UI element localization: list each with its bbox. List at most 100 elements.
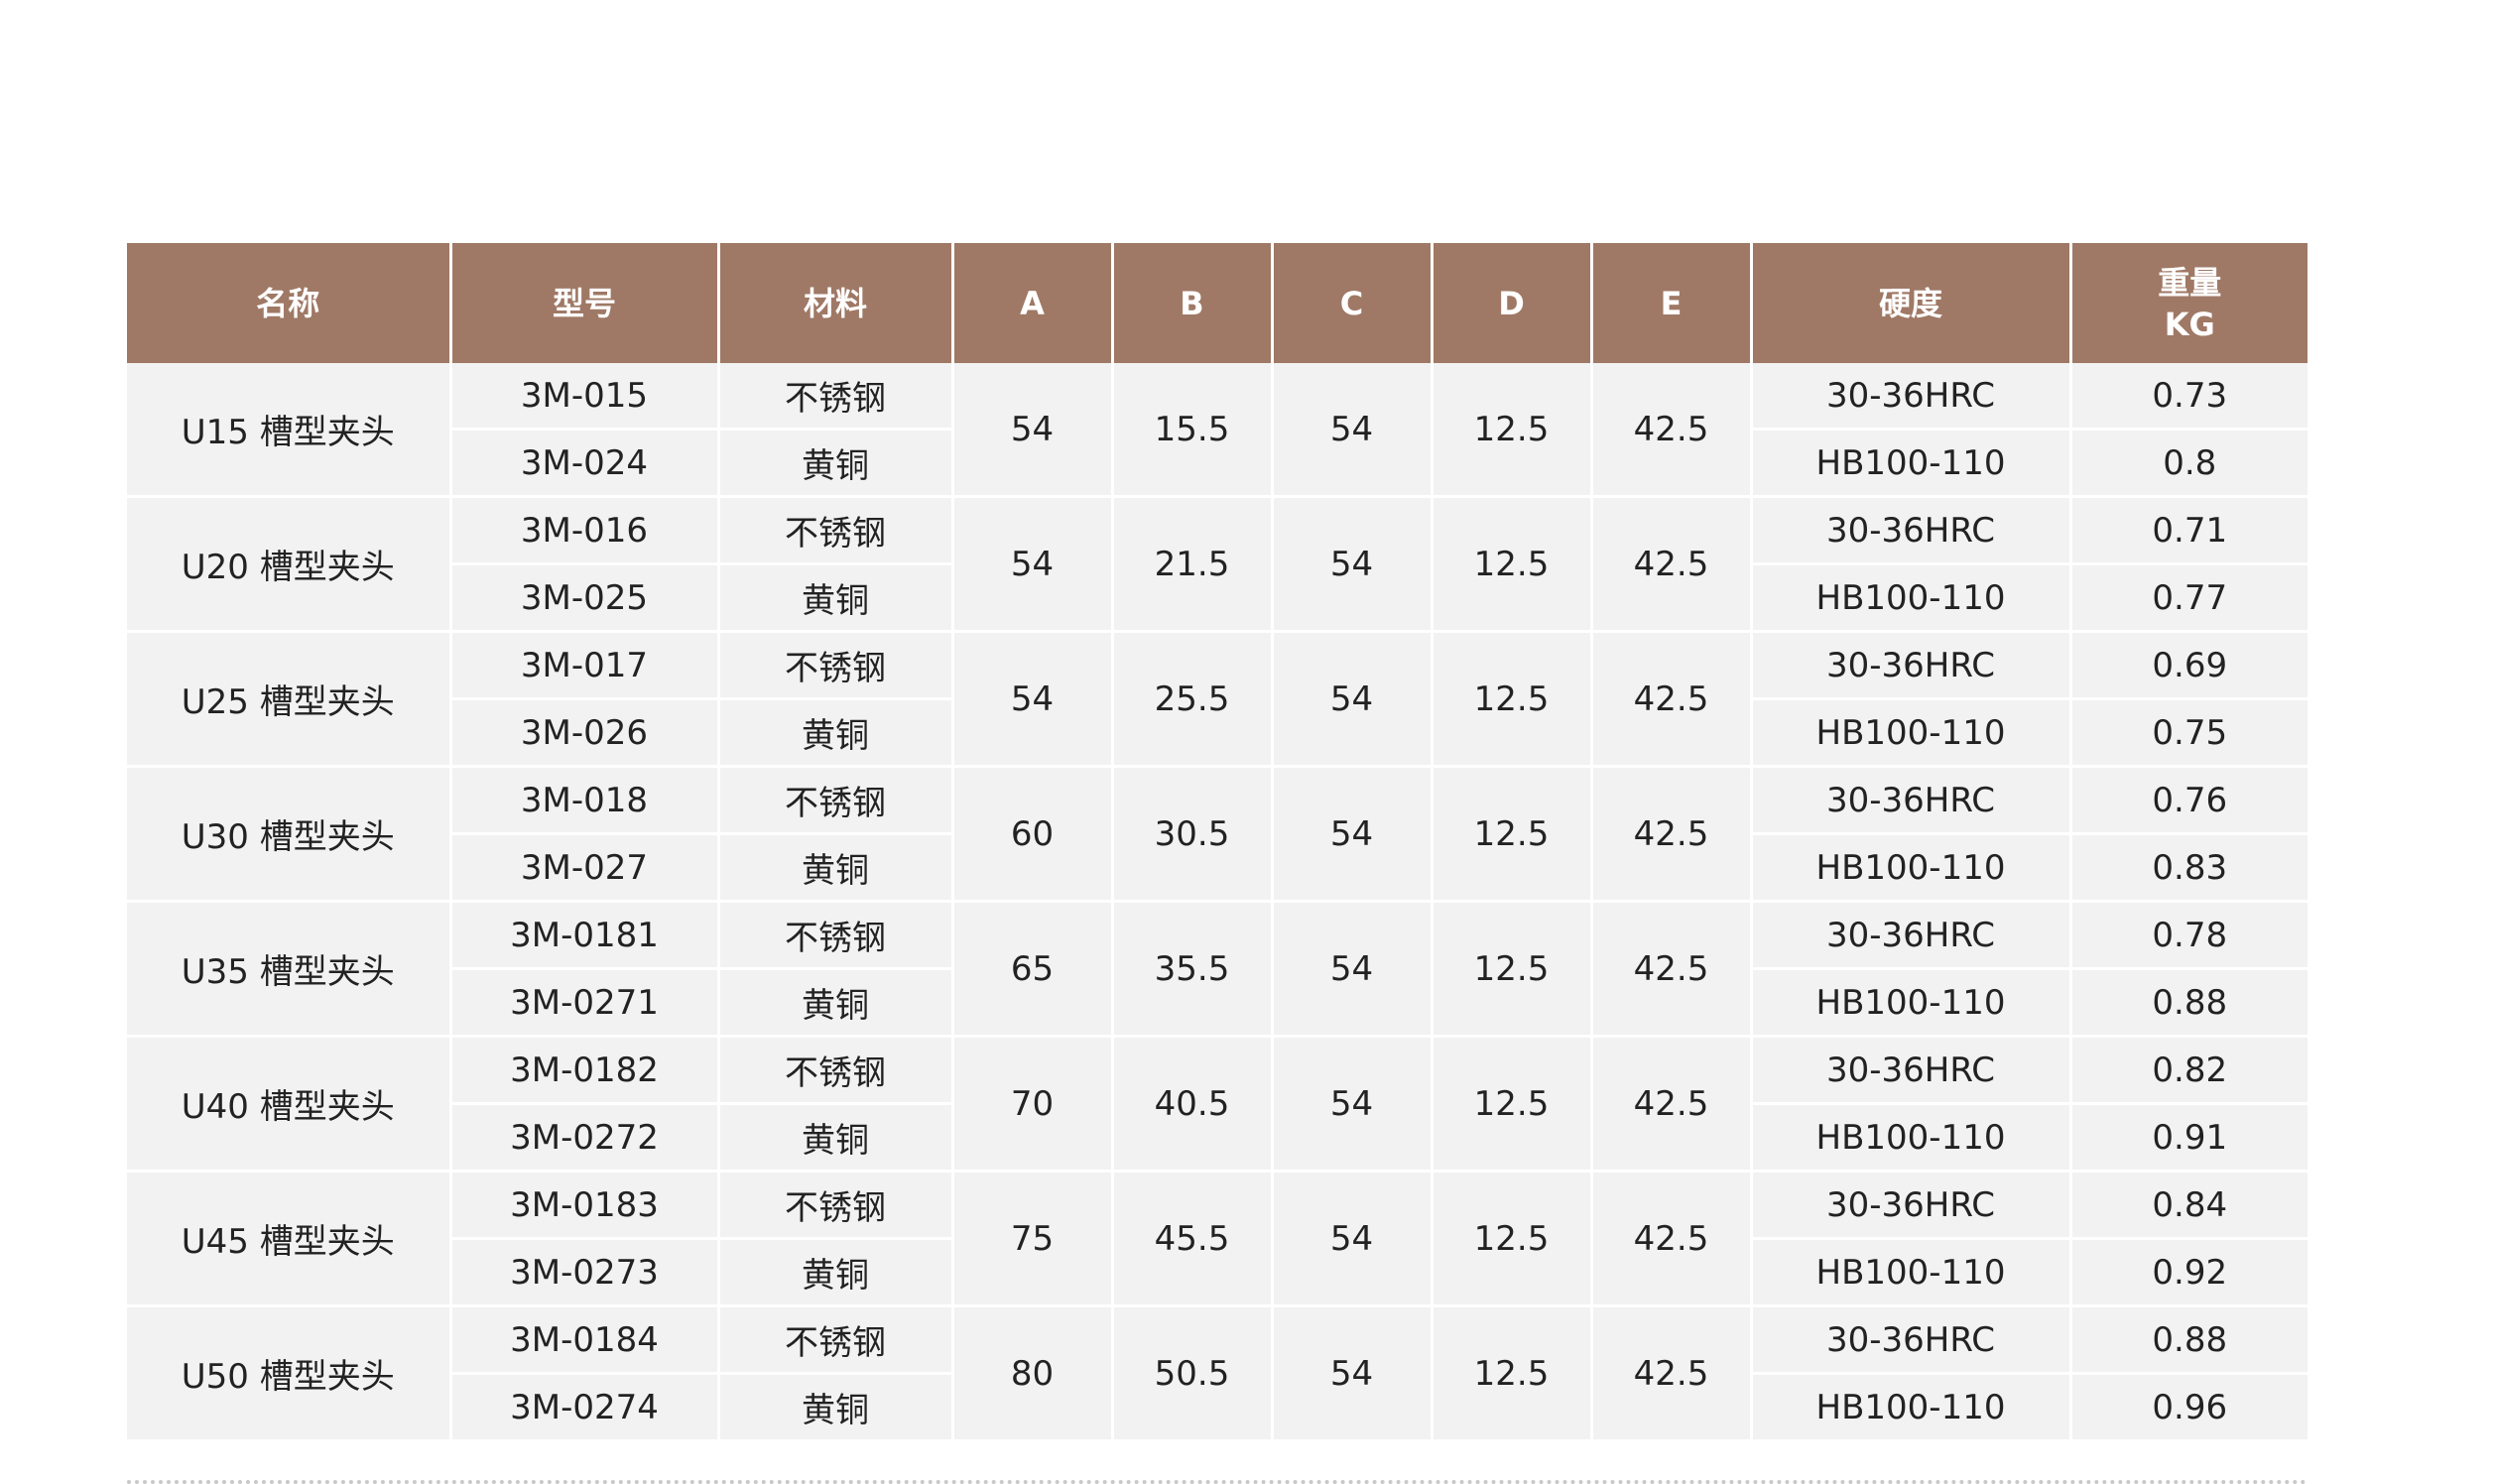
- cell-model: 3M-0271: [450, 968, 720, 1038]
- cell-a: 60: [952, 765, 1114, 903]
- cell-d: 12.5: [1432, 900, 1593, 1038]
- cell-model: 3M-0274: [450, 1373, 720, 1442]
- cell-hardness: HB100-110: [1751, 1238, 2072, 1307]
- cell-model: 3M-0273: [450, 1238, 720, 1307]
- cell-model: 3M-016: [450, 495, 720, 565]
- dotted-divider: [127, 1480, 2308, 1484]
- cell-weight: 0.75: [2070, 698, 2308, 768]
- cell-material: 黄铜: [718, 833, 954, 903]
- cell-b: 30.5: [1112, 765, 1274, 903]
- cell-material: 黄铜: [718, 698, 954, 768]
- cell-name: U25 槽型夹头: [127, 630, 452, 768]
- cell-e: 42.5: [1591, 630, 1753, 768]
- cell-b: 40.5: [1112, 1035, 1274, 1173]
- cell-hardness: 30-36HRC: [1751, 1170, 2072, 1240]
- cell-c: 54: [1272, 900, 1434, 1038]
- header-row: 名称 型号 材料 A B C D E 硬度 重量 KG: [127, 243, 2308, 363]
- cell-hardness: 30-36HRC: [1751, 363, 2072, 431]
- cell-model: 3M-024: [450, 429, 720, 498]
- cell-hardness: 30-36HRC: [1751, 1035, 2072, 1105]
- header-material: 材料: [718, 243, 954, 363]
- cell-hardness: 30-36HRC: [1751, 765, 2072, 835]
- cell-hardness: 30-36HRC: [1751, 495, 2072, 565]
- table-header: 名称 型号 材料 A B C D E 硬度 重量 KG: [127, 243, 2308, 363]
- cell-hardness: HB100-110: [1751, 1373, 2072, 1442]
- cell-a: 54: [952, 630, 1114, 768]
- cell-weight: 0.78: [2070, 900, 2308, 970]
- cell-weight: 0.92: [2070, 1238, 2308, 1307]
- cell-material: 黄铜: [718, 968, 954, 1038]
- table-row: U35 槽型夹头 3M-0181 不锈钢 65 35.5 54 12.5 42.5 30-36H…: [127, 900, 2308, 1038]
- cell-d: 12.5: [1432, 1035, 1593, 1173]
- cell-d: 12.5: [1432, 765, 1593, 903]
- cell-material: 不锈钢: [718, 1035, 954, 1105]
- cell-a: 80: [952, 1304, 1114, 1442]
- cell-name: U15 槽型夹头: [127, 363, 452, 498]
- cell-e: 42.5: [1591, 1035, 1753, 1173]
- cell-name: U35 槽型夹头: [127, 900, 452, 1038]
- cell-material: 不锈钢: [718, 765, 954, 835]
- cell-b: 45.5: [1112, 1170, 1274, 1307]
- cell-a: 54: [952, 495, 1114, 633]
- header-weight: 重量 KG: [2070, 243, 2308, 363]
- header-d: D: [1432, 243, 1593, 363]
- cell-material: 黄铜: [718, 1373, 954, 1442]
- cell-d: 12.5: [1432, 630, 1593, 768]
- cell-hardness: 30-36HRC: [1751, 900, 2072, 970]
- cell-hardness: HB100-110: [1751, 1103, 2072, 1173]
- cell-model: 3M-0184: [450, 1304, 720, 1375]
- cell-hardness: HB100-110: [1751, 833, 2072, 903]
- cell-hardness: 30-36HRC: [1751, 630, 2072, 700]
- cell-weight: 0.73: [2070, 363, 2308, 431]
- cell-e: 42.5: [1591, 1170, 1753, 1307]
- cell-material: 不锈钢: [718, 900, 954, 970]
- table-row: U15 槽型夹头 3M-015 不锈钢 54 15.5 54 12.5 42.5 30-36HR…: [127, 363, 2308, 498]
- header-e: E: [1591, 243, 1753, 363]
- table-body: U15 槽型夹头 3M-015 不锈钢 54 15.5 54 12.5 42.5 30-36HR…: [127, 363, 2308, 1442]
- cell-model: 3M-027: [450, 833, 720, 903]
- cell-c: 54: [1272, 765, 1434, 903]
- cell-c: 54: [1272, 1035, 1434, 1173]
- cell-b: 21.5: [1112, 495, 1274, 633]
- cell-material: 黄铜: [718, 429, 954, 498]
- cell-c: 54: [1272, 1304, 1434, 1442]
- cell-weight: 0.84: [2070, 1170, 2308, 1240]
- cell-hardness: HB100-110: [1751, 429, 2072, 498]
- table-row: U25 槽型夹头 3M-017 不锈钢 54 25.5 54 12.5 42.5 30-36HR…: [127, 630, 2308, 768]
- cell-model: 3M-025: [450, 563, 720, 633]
- header-name: 名称: [127, 243, 452, 363]
- cell-d: 12.5: [1432, 495, 1593, 633]
- cell-a: 70: [952, 1035, 1114, 1173]
- cell-weight: 0.8: [2070, 429, 2308, 498]
- cell-weight: 0.83: [2070, 833, 2308, 903]
- cell-weight: 0.71: [2070, 495, 2308, 565]
- table-row: U45 槽型夹头 3M-0183 不锈钢 75 45.5 54 12.5 42.5 30-36H…: [127, 1170, 2308, 1307]
- cell-e: 42.5: [1591, 900, 1753, 1038]
- cell-name: U30 槽型夹头: [127, 765, 452, 903]
- cell-e: 42.5: [1591, 1304, 1753, 1442]
- cell-material: 不锈钢: [718, 363, 954, 431]
- cell-weight: 0.77: [2070, 563, 2308, 633]
- table-row: U50 槽型夹头 3M-0184 不锈钢 80 50.5 54 12.5 42.5 30-36H…: [127, 1304, 2308, 1442]
- cell-c: 54: [1272, 495, 1434, 633]
- cell-material: 不锈钢: [718, 1304, 954, 1375]
- cell-model: 3M-0272: [450, 1103, 720, 1173]
- cell-weight: 0.69: [2070, 630, 2308, 700]
- header-weight-line1: 重量: [2158, 263, 2222, 302]
- header-model: 型号: [450, 243, 720, 363]
- cell-weight: 0.88: [2070, 1304, 2308, 1375]
- cell-weight: 0.76: [2070, 765, 2308, 835]
- cell-b: 50.5: [1112, 1304, 1274, 1442]
- cell-material: 不锈钢: [718, 495, 954, 565]
- cell-a: 65: [952, 900, 1114, 1038]
- cell-model: 3M-0181: [450, 900, 720, 970]
- cell-name: U50 槽型夹头: [127, 1304, 452, 1442]
- cell-material: 黄铜: [718, 1103, 954, 1173]
- spec-table: 名称 型号 材料 A B C D E 硬度 重量 KG U15 槽型夹头 3M-0…: [127, 243, 2308, 1442]
- cell-e: 42.5: [1591, 495, 1753, 633]
- cell-material: 黄铜: [718, 1238, 954, 1307]
- cell-model: 3M-017: [450, 630, 720, 700]
- cell-d: 12.5: [1432, 1304, 1593, 1442]
- cell-model: 3M-0183: [450, 1170, 720, 1240]
- cell-e: 42.5: [1591, 363, 1753, 498]
